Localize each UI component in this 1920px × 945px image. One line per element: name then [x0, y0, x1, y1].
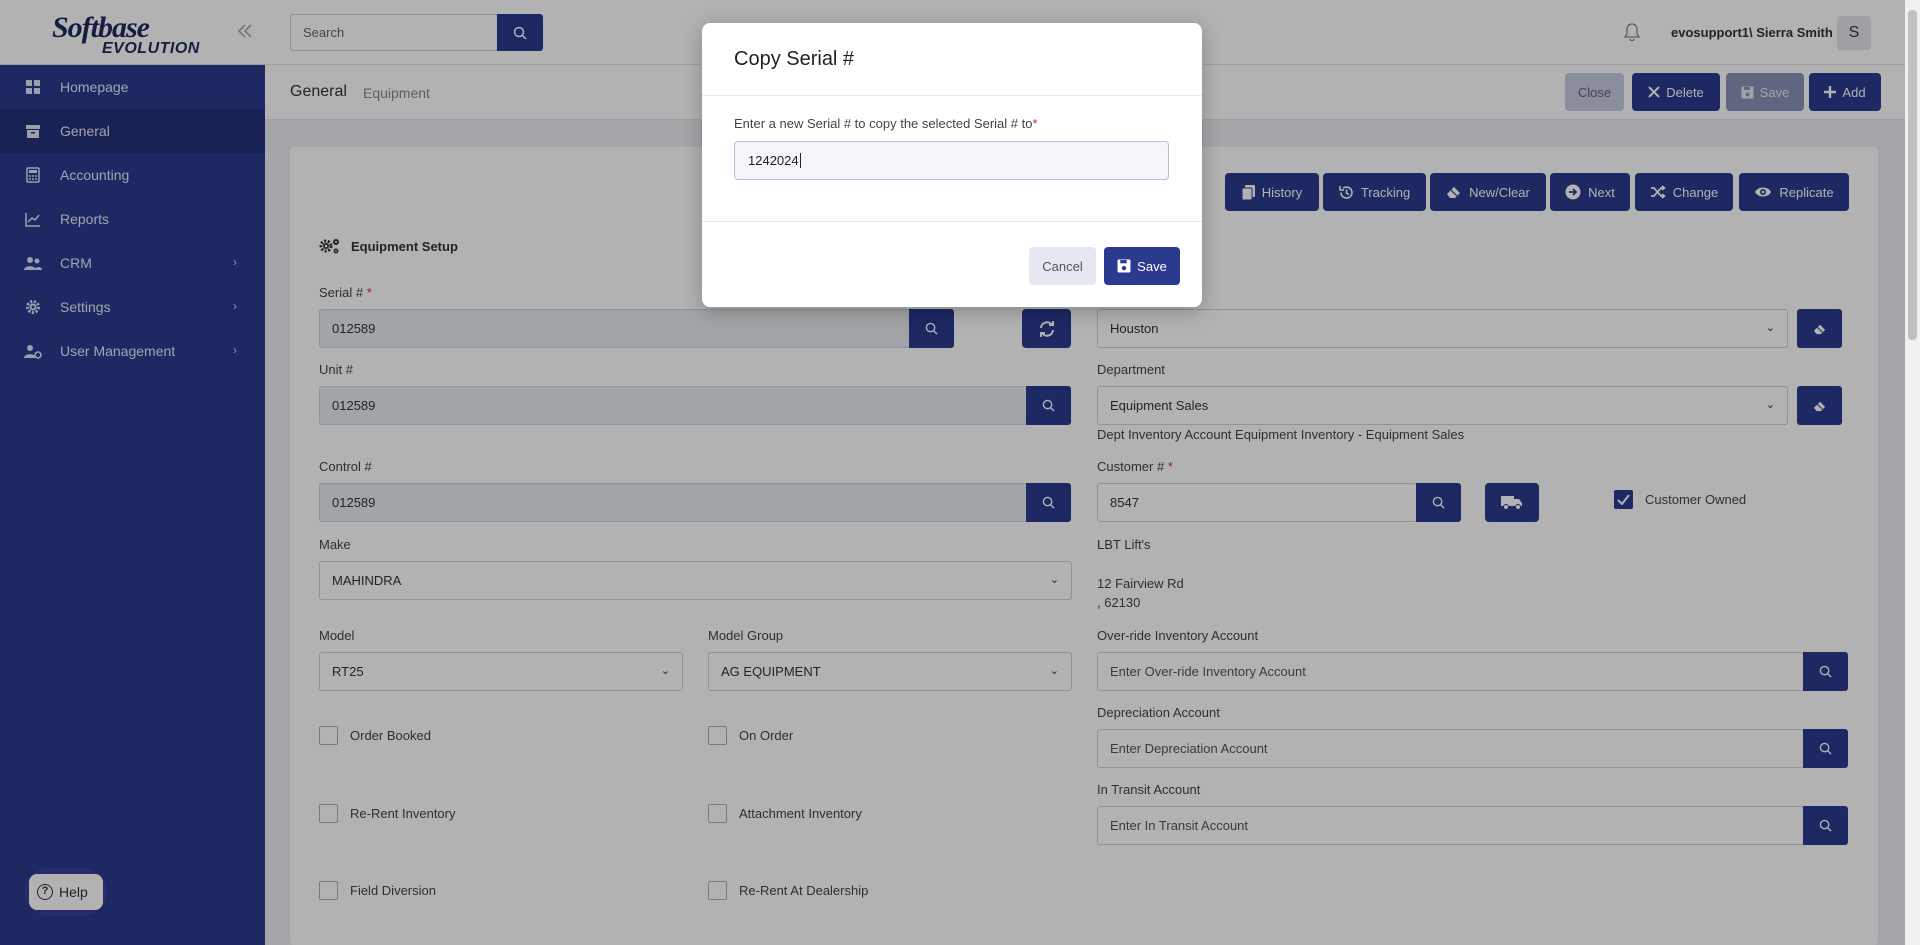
new-serial-value: 1242024: [748, 153, 799, 168]
text-cursor: [799, 153, 801, 168]
floppy-icon: [1117, 259, 1131, 273]
dialog-title: Copy Serial #: [702, 23, 1202, 96]
required-mark: *: [1032, 116, 1038, 131]
new-serial-input[interactable]: 1242024: [734, 141, 1169, 180]
cancel-button[interactable]: Cancel: [1029, 247, 1096, 285]
page-scrollbar[interactable]: [1905, 0, 1920, 945]
dialog-field-label: Enter a new Serial # to copy the selecte…: [734, 116, 1038, 131]
save-button-label: Save: [1137, 258, 1167, 274]
dialog-footer-divider: [702, 221, 1202, 222]
scrollbar-thumb[interactable]: [1908, 10, 1917, 340]
copy-serial-dialog: Copy Serial # Enter a new Serial # to co…: [702, 23, 1202, 307]
dialog-field-label-text: Enter a new Serial # to copy the selecte…: [734, 116, 1033, 131]
save-button[interactable]: Save: [1104, 247, 1180, 285]
